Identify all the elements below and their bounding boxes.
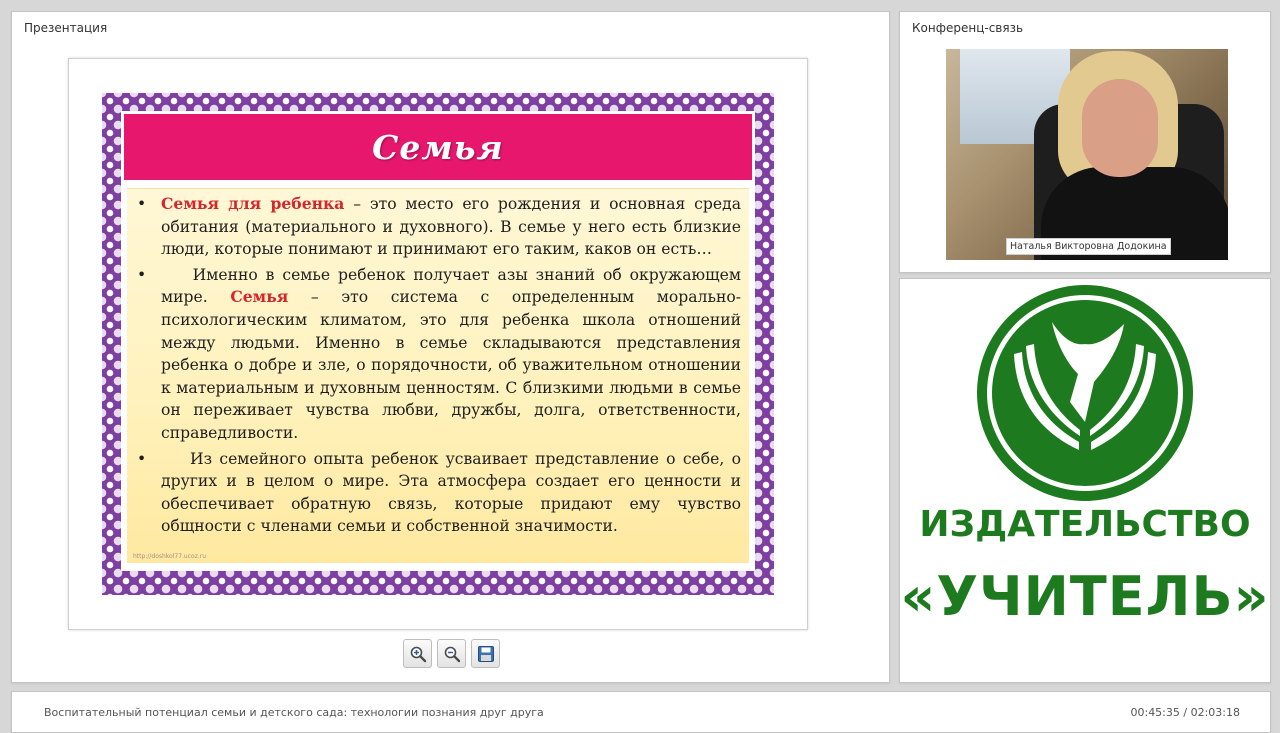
slide-header: Семья xyxy=(124,114,752,180)
bullet-dot: • xyxy=(137,195,147,213)
participant-name-label: Наталья Викторовна Додокина xyxy=(1006,238,1171,255)
publisher-logo-panel: ИЗДАТЕЛЬСТВО «УЧИТЕЛЬ» xyxy=(899,278,1271,683)
bullet-dot: • xyxy=(137,265,147,284)
slide-source-url: http://doshkol77.ucoz.ru xyxy=(133,553,207,560)
publisher-brand: «УЧИТЕЛЬ» xyxy=(900,565,1270,628)
footer-bar: Воспитательный потенциал семьи и детског… xyxy=(11,691,1271,733)
slide-inner: Семья • Семья для ребенка – это место его… xyxy=(121,111,755,571)
webcam-video[interactable]: Наталья Викторовна Додокина xyxy=(946,49,1228,260)
bullet-3-text: Из семейного опыта ребенок усваивает пре… xyxy=(161,449,741,536)
conference-panel-title: Конференц-связь xyxy=(912,21,1024,35)
conference-panel: Конференц-связь Наталья Викторовна Додок… xyxy=(899,11,1271,273)
webinar-title: Воспитательный потенциал семьи и детског… xyxy=(44,706,544,719)
save-button[interactable] xyxy=(471,639,500,668)
slide-toolbar xyxy=(403,639,500,669)
zoom-out-button[interactable] xyxy=(437,639,466,668)
presentation-panel-title: Презентация xyxy=(24,21,108,35)
slide-bullet-1: • Семья для ребенка – это место его рожде… xyxy=(137,193,741,261)
slide-bullet-2: • Именно в семье ребенок получает азы зн… xyxy=(137,264,741,445)
video-person-face xyxy=(1082,79,1158,177)
bullet-2-text: – это система с определенным морально-пс… xyxy=(161,288,742,442)
save-icon xyxy=(477,645,494,662)
slide-title: Семья xyxy=(372,127,504,167)
slide-frame: Семья • Семья для ребенка – это место его… xyxy=(102,93,774,595)
zoom-in-button[interactable] xyxy=(403,639,432,668)
playback-time: 00:45:35 / 02:03:18 xyxy=(1130,706,1240,719)
bullet-dot: • xyxy=(137,449,147,468)
presentation-panel: Презентация Семья • Семья для ребенка – э… xyxy=(11,11,890,683)
slide-canvas: Семья • Семья для ребенка – это место его… xyxy=(68,58,808,630)
zoom-in-icon xyxy=(410,646,426,662)
slide-body: • Семья для ребенка – это место его рожде… xyxy=(127,188,749,563)
publisher-name: ИЗДАТЕЛЬСТВО xyxy=(919,504,1251,545)
slide-bullet-list: • Семья для ребенка – это место его рожде… xyxy=(137,193,741,541)
publisher-logo-icon xyxy=(977,285,1193,501)
slide-bullet-3: • Из семейного опыта ребенок усваивает п… xyxy=(137,448,741,538)
bullet-1-highlight: Семья для ребенка xyxy=(161,194,345,213)
zoom-out-icon xyxy=(444,646,460,662)
bullet-2-highlight: Семья xyxy=(230,287,289,307)
